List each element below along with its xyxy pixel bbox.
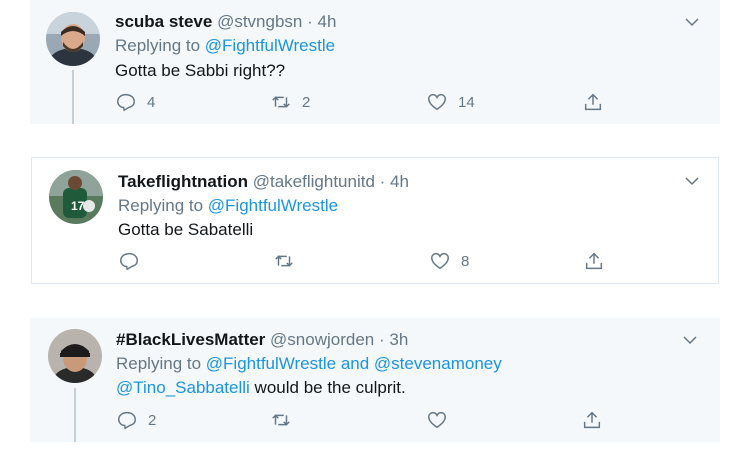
- reply-button[interactable]: [118, 250, 150, 272]
- reply-count: 2: [148, 411, 157, 429]
- mention-link[interactable]: @stevenamoney: [374, 354, 502, 373]
- like-count: 8: [461, 252, 470, 270]
- tweet-text: Gotta be Sabbi right??: [115, 61, 285, 81]
- reply-count: 4: [147, 93, 156, 111]
- chevron-down-icon[interactable]: [681, 331, 699, 349]
- heart-icon: [431, 252, 449, 270]
- user-handle[interactable]: @snowjorden: [270, 330, 374, 349]
- replying-to: Replying to @FightfulWrestle: [118, 196, 338, 216]
- reply-icon: [120, 252, 138, 271]
- retweet-button[interactable]: [273, 250, 305, 272]
- reply-icon: [118, 411, 136, 430]
- tweet-card[interactable]: 17 Takeflightnation @takeflightunitd · 4…: [31, 157, 719, 284]
- timestamp[interactable]: · 4h: [307, 12, 336, 31]
- tweet-text-content: Gotta be Sabbi right??: [115, 61, 286, 80]
- tweet-header: scuba steve @stvngbsn · 4h: [115, 12, 336, 32]
- share-icon: [583, 411, 601, 429]
- retweet-icon: [272, 414, 290, 426]
- share-button[interactable]: [581, 409, 603, 431]
- tweet-text: Gotta be Sabatelli: [118, 220, 253, 240]
- retweet-count: 2: [302, 93, 311, 111]
- heart-icon: [428, 411, 446, 429]
- like-button[interactable]: 14: [426, 91, 475, 113]
- timestamp[interactable]: · 3h: [379, 330, 408, 349]
- replying-label: Replying to: [118, 196, 208, 215]
- like-count: 14: [458, 93, 475, 111]
- tweet-text-content: would be the culprit.: [249, 378, 406, 397]
- avatar[interactable]: [48, 329, 102, 383]
- avatar[interactable]: 17: [49, 170, 103, 224]
- heart-icon: [428, 93, 446, 111]
- share-icon: [585, 252, 603, 270]
- tweet-text-content: Gotta be Sabatelli: [118, 220, 254, 239]
- mention-link[interactable]: @FightfulWrestle: [205, 36, 335, 55]
- avatar[interactable]: [46, 12, 100, 66]
- share-icon: [584, 93, 602, 111]
- tweet-header: Takeflightnation @takeflightunitd · 4h: [118, 172, 409, 192]
- reply-button[interactable]: 4: [115, 91, 155, 113]
- retweet-button[interactable]: [270, 409, 302, 431]
- chevron-down-icon[interactable]: [683, 13, 701, 31]
- tweet-card[interactable]: #BlackLivesMatter @snowjorden · 3h Reply…: [30, 318, 720, 442]
- svg-text:17: 17: [71, 199, 85, 213]
- mention-link[interactable]: @FightfulWrestle: [206, 354, 336, 373]
- retweet-icon: [272, 96, 290, 108]
- user-handle[interactable]: @takeflightunitd: [253, 172, 375, 191]
- share-button[interactable]: [582, 91, 604, 113]
- reply-joiner: and: [336, 354, 374, 373]
- mention-link[interactable]: @FightfulWrestle: [208, 196, 338, 215]
- user-handle[interactable]: @stvngbsn: [217, 12, 302, 31]
- replying-to: Replying to @FightfulWrestle and @steven…: [116, 354, 502, 374]
- replying-to: Replying to @FightfulWrestle: [115, 36, 335, 56]
- retweet-button[interactable]: 2: [270, 91, 310, 113]
- share-button[interactable]: [583, 250, 605, 272]
- chevron-down-icon[interactable]: [683, 172, 701, 190]
- replying-label: Replying to: [115, 36, 205, 55]
- like-button[interactable]: 8: [429, 250, 469, 272]
- display-name[interactable]: scuba steve: [115, 12, 212, 31]
- display-name[interactable]: #BlackLivesMatter: [116, 330, 265, 349]
- thread-line: [74, 388, 76, 442]
- reply-button[interactable]: 2: [116, 409, 156, 431]
- reply-icon: [117, 93, 135, 112]
- display-name[interactable]: Takeflightnation: [118, 172, 248, 191]
- thread-line: [72, 70, 74, 124]
- mention-link[interactable]: @Tino_Sabbatelli: [116, 378, 250, 397]
- retweet-icon: [275, 255, 293, 267]
- like-button[interactable]: [426, 409, 458, 431]
- tweet-header: #BlackLivesMatter @snowjorden · 3h: [116, 330, 408, 350]
- tweet-text: @Tino_Sabbatelli would be the culprit.: [116, 378, 406, 398]
- timestamp[interactable]: · 4h: [380, 172, 409, 191]
- replying-label: Replying to: [116, 354, 206, 373]
- tweet-card[interactable]: scuba steve @stvngbsn · 4h Replying to @…: [30, 0, 720, 124]
